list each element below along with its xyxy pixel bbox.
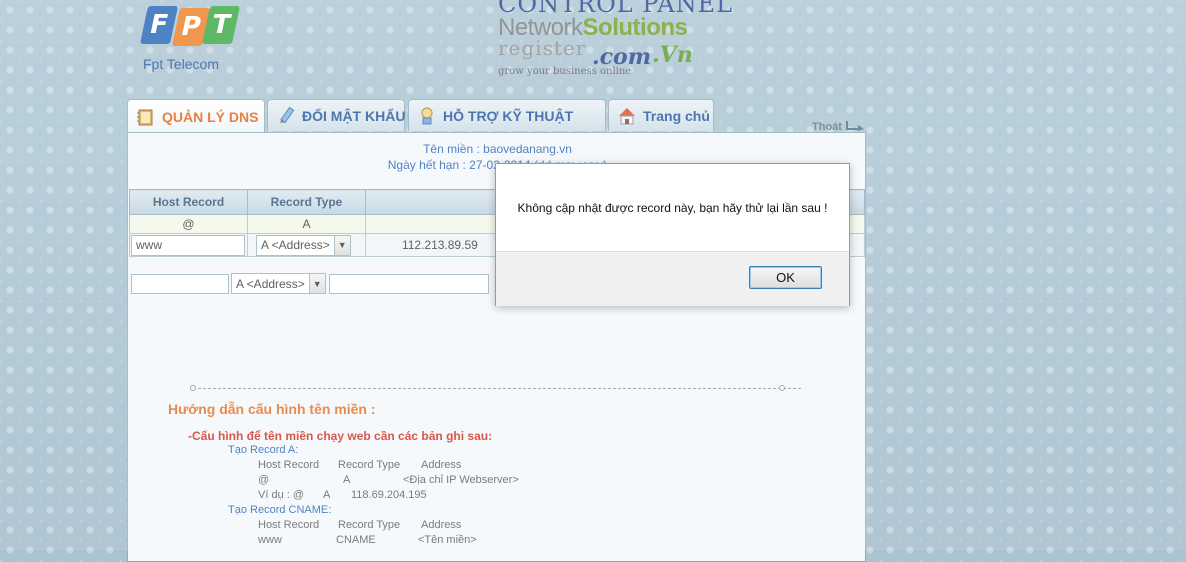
alert-footer: OK [496, 251, 849, 306]
alert-message: Không cập nhật được record này, bạn hãy … [517, 200, 828, 215]
ok-button[interactable]: OK [749, 266, 822, 289]
alert-dialog: Không cập nhật được record này, bạn hãy … [495, 163, 850, 306]
